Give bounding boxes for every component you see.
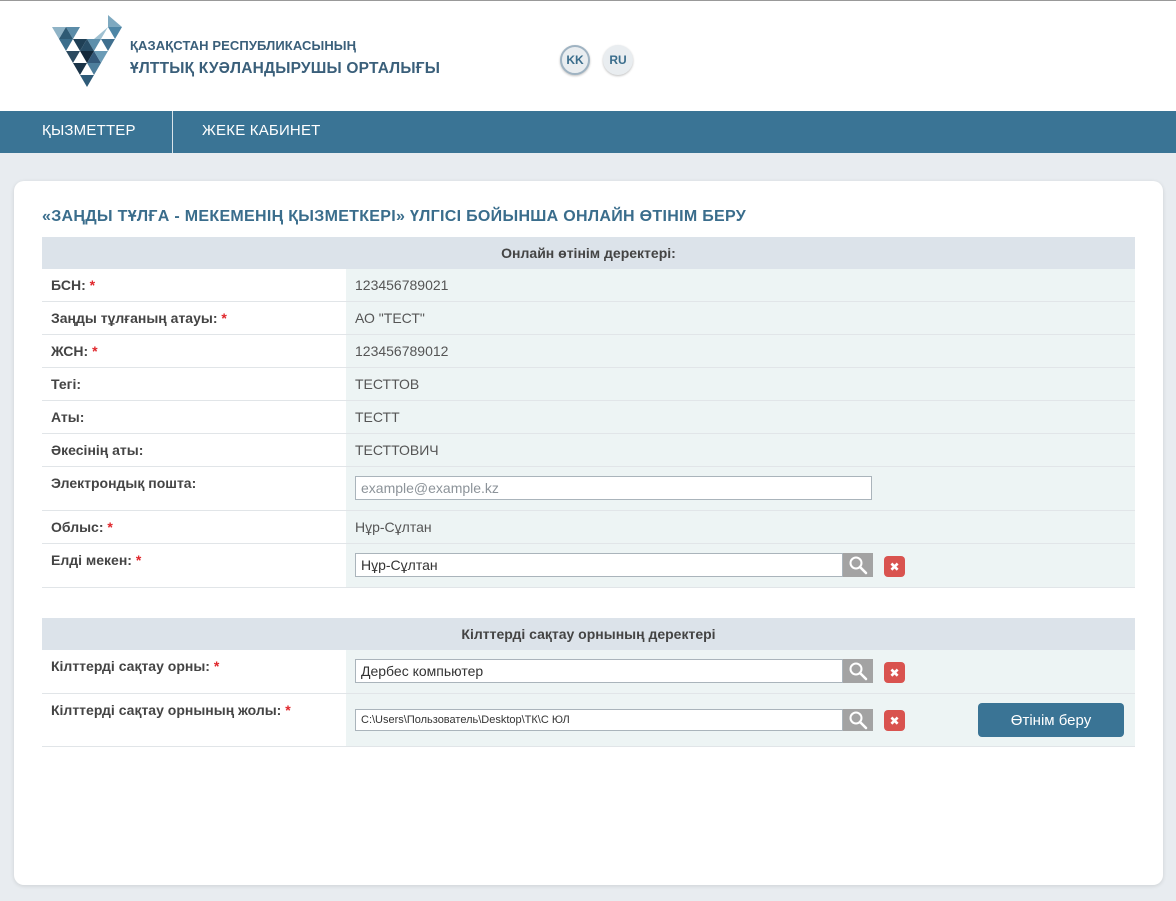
- form-row-region: Облыс: * Нұр-Сұлтан: [42, 511, 1135, 544]
- page-title: «ЗАҢДЫ ТҰЛҒА - МЕКЕМЕНІҢ ҚЫЗМЕТКЕРІ» ҮЛГ…: [42, 208, 746, 225]
- iin-value: 123456789012: [346, 335, 1135, 367]
- bin-label: БСН:: [51, 277, 86, 293]
- form-row-patronymic: Әкесінің аты: ТЕСТТОВИЧ: [42, 434, 1135, 467]
- required-mark: *: [107, 519, 113, 535]
- nav-divider: [172, 111, 173, 153]
- key-path-input[interactable]: C:\Users\Пользователь\Desktop\ТК\С ЮЛ: [355, 709, 843, 731]
- key-storage-clear-button[interactable]: ✖: [884, 662, 905, 683]
- key-storage-input[interactable]: Дербес компьютер: [355, 659, 843, 683]
- form-row-bin: БСН: * 123456789021: [42, 269, 1135, 302]
- key-storage-label: Кілттерді сақтау орны:: [51, 658, 210, 674]
- org-name: ҚАЗАҚСТАН РЕСПУБЛИКАСЫНЫҢ ҰЛТТЫҚ КУӘЛАНД…: [130, 38, 440, 78]
- close-icon: ✖: [889, 665, 900, 680]
- org-name-line2: ҰЛТТЫҚ КУӘЛАНДЫРУШЫ ОРТАЛЫҒЫ: [130, 60, 441, 77]
- bin-value: 123456789021: [346, 269, 1135, 301]
- locality-label: Елді мекен:: [51, 552, 132, 568]
- form-row-iin: ЖСН: * 123456789012: [42, 335, 1135, 368]
- submit-application-button[interactable]: Өтінім беру: [978, 703, 1124, 737]
- surname-value: ТЕСТТОВ: [346, 368, 1135, 400]
- locality-clear-button[interactable]: ✖: [884, 556, 905, 577]
- site-header: ҚАЗАҚСТАН РЕСПУБЛИКАСЫНЫҢ ҰЛТТЫҚ КУӘЛАНД…: [0, 1, 1176, 111]
- org-name-label: Заңды тұлғаның атауы:: [51, 310, 218, 326]
- search-icon: [849, 662, 868, 681]
- nav-item-cabinet[interactable]: ЖЕКЕ КАБИНЕТ: [202, 111, 321, 153]
- email-label: Электрондық пошта:: [51, 475, 197, 491]
- ncs-logo-icon[interactable]: [52, 15, 124, 93]
- iin-label: ЖСН:: [51, 343, 89, 359]
- key-path-clear-button[interactable]: ✖: [884, 710, 905, 731]
- patronymic-label: Әкесінің аты:: [51, 442, 144, 458]
- form-row-org-name: Заңды тұлғаның атауы: * АО "ТЕСТ": [42, 302, 1135, 335]
- locality-input[interactable]: Нұр-Сұлтан: [355, 553, 843, 577]
- language-kk-button[interactable]: KK: [560, 45, 590, 75]
- search-icon: [849, 556, 868, 575]
- key-storage-search-button[interactable]: [843, 659, 873, 683]
- form-row-locality: Елді мекен: * Нұр-Сұлтан ✖: [42, 544, 1135, 588]
- language-ru-button[interactable]: RU: [603, 45, 633, 75]
- application-card: «ЗАҢДЫ ТҰЛҒА - МЕКЕМЕНІҢ ҚЫЗМЕТКЕРІ» ҮЛГ…: [14, 181, 1163, 885]
- close-icon: ✖: [889, 559, 900, 574]
- required-mark: *: [285, 702, 291, 718]
- region-label: Облыс:: [51, 519, 104, 535]
- form-row-surname: Тегі: ТЕСТТОВ: [42, 368, 1135, 401]
- nav-item-services[interactable]: ҚЫЗМЕТТЕР: [42, 111, 136, 153]
- required-mark: *: [213, 658, 220, 674]
- required-mark: *: [135, 552, 142, 568]
- key-path-label: Кілттерді сақтау орнының жолы:: [51, 702, 282, 718]
- close-icon: ✖: [889, 713, 900, 728]
- main-nav: ҚЫЗМЕТТЕР ЖЕКЕ КАБИНЕТ: [0, 111, 1176, 153]
- key-path-search-button[interactable]: [843, 709, 873, 731]
- required-mark: *: [92, 343, 98, 359]
- form-row-key-path: Кілттерді сақтау орнының жолы: * C:\User…: [42, 694, 1135, 747]
- form-row-name: Аты: ТЕСТТ: [42, 401, 1135, 434]
- search-icon: [849, 711, 868, 730]
- required-mark: *: [221, 310, 227, 326]
- org-name-line1: ҚАЗАҚСТАН РЕСПУБЛИКАСЫНЫҢ: [130, 38, 357, 53]
- name-label: Аты:: [51, 409, 85, 425]
- section-key-storage-header: Кілттерді сақтау орнының деректері: [42, 618, 1135, 650]
- form-row-email: Электрондық пошта: example@example.kz: [42, 467, 1135, 511]
- section-online-data-header: Онлайн өтінім деректері:: [42, 237, 1135, 269]
- required-mark: *: [89, 277, 96, 293]
- surname-label: Тегі:: [51, 376, 82, 392]
- name-value: ТЕСТТ: [346, 401, 1135, 433]
- email-field[interactable]: example@example.kz: [355, 476, 872, 500]
- patronymic-value: ТЕСТТОВИЧ: [346, 434, 1135, 466]
- form-row-key-storage: Кілттерді сақтау орны: * Дербес компьюте…: [42, 650, 1135, 694]
- region-value: Нұр-Сұлтан: [346, 511, 1135, 543]
- org-name-value: АО "ТЕСТ": [346, 302, 1135, 334]
- locality-search-button[interactable]: [843, 553, 873, 577]
